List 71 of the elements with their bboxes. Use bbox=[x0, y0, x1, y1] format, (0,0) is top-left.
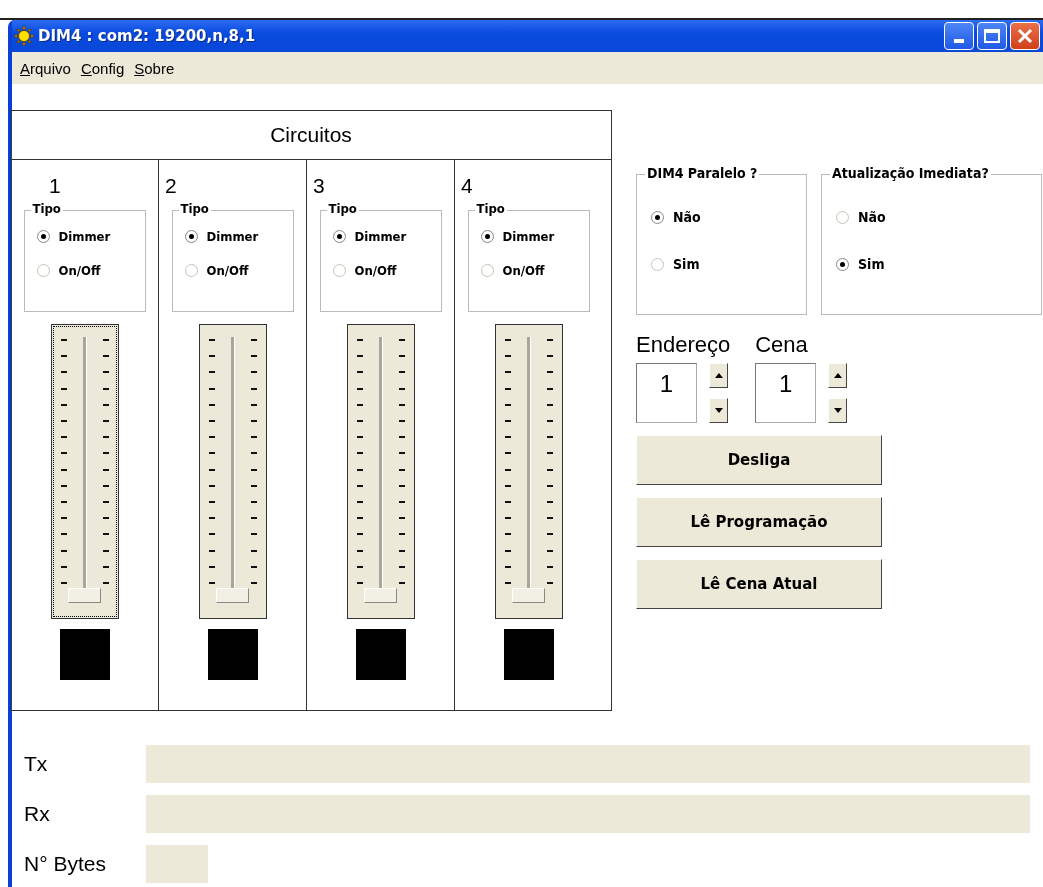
slider-thumb[interactable] bbox=[511, 588, 545, 603]
action-button[interactable]: Desliga bbox=[636, 435, 882, 485]
minimize-button[interactable] bbox=[944, 22, 974, 50]
field-label: N° Bytes bbox=[23, 852, 107, 876]
group-label: Tipo bbox=[30, 201, 63, 216]
option-label: Dimmer bbox=[206, 229, 259, 244]
readonly-field bbox=[146, 845, 208, 883]
option-label: Não bbox=[858, 209, 886, 225]
group-label: Tipo bbox=[178, 201, 211, 216]
option-label: Dimmer bbox=[58, 229, 111, 244]
radio-button[interactable] bbox=[480, 264, 494, 277]
option-label: On/Off bbox=[206, 263, 249, 278]
channel-number: 4 bbox=[461, 174, 473, 198]
sun-icon bbox=[14, 26, 34, 46]
vertical-slider[interactable] bbox=[346, 324, 415, 619]
down-arrow-button[interactable] bbox=[709, 398, 728, 423]
number-field[interactable]: 1 bbox=[755, 363, 817, 423]
vertical-slider[interactable] bbox=[50, 324, 119, 619]
close-button[interactable] bbox=[1010, 22, 1040, 50]
spinner-label: Endereço bbox=[636, 332, 731, 358]
radio-button[interactable] bbox=[651, 210, 664, 224]
group-label: DIM4 Paralelo ? bbox=[645, 165, 760, 181]
radio-button[interactable] bbox=[184, 230, 198, 243]
group-label: Atualização Imediata? bbox=[830, 165, 991, 181]
action-button[interactable]: Lê Cena Atual bbox=[636, 559, 882, 609]
option-label: On/Off bbox=[58, 263, 101, 278]
indicator-square bbox=[503, 629, 554, 680]
action-button[interactable]: Lê Programação bbox=[636, 497, 882, 547]
vertical-slider[interactable] bbox=[494, 324, 563, 619]
menu-item[interactable]: Config bbox=[80, 59, 125, 77]
radio-button[interactable] bbox=[480, 230, 494, 243]
channel-number: 2 bbox=[165, 174, 177, 198]
up-arrow-button[interactable] bbox=[709, 363, 728, 388]
field-label: Rx bbox=[23, 802, 51, 826]
spinner-label: Cena bbox=[755, 332, 809, 358]
radio-button[interactable] bbox=[651, 257, 664, 271]
option-label: Sim bbox=[673, 256, 700, 272]
indicator-square bbox=[355, 629, 406, 680]
radio-button[interactable] bbox=[836, 257, 849, 271]
channel-number: 1 bbox=[49, 174, 61, 198]
down-arrow-button[interactable] bbox=[828, 398, 848, 423]
number-field[interactable]: 1 bbox=[636, 363, 697, 423]
indicator-square bbox=[59, 629, 110, 680]
window-title: DIM4 : com2: 19200,n,8,1 bbox=[38, 27, 256, 45]
menu-item[interactable]: Sobre bbox=[134, 59, 175, 77]
radio-button[interactable] bbox=[36, 264, 50, 277]
option-label: Não bbox=[673, 209, 701, 225]
channel-number: 3 bbox=[313, 174, 325, 198]
menu-item[interactable]: Arquivo bbox=[20, 59, 71, 77]
radio-button[interactable] bbox=[332, 230, 346, 243]
option-label: Dimmer bbox=[502, 229, 555, 244]
vertical-slider[interactable] bbox=[198, 324, 267, 619]
slider-thumb[interactable] bbox=[67, 588, 101, 603]
panel-title: Circuitos bbox=[270, 123, 352, 147]
slider-thumb[interactable] bbox=[363, 588, 397, 603]
radio-button[interactable] bbox=[836, 210, 849, 224]
option-label: Dimmer bbox=[354, 229, 407, 244]
radio-button[interactable] bbox=[184, 264, 198, 277]
indicator-square bbox=[207, 629, 258, 680]
option-label: On/Off bbox=[502, 263, 545, 278]
option-label: Sim bbox=[858, 256, 885, 272]
maximize-button[interactable] bbox=[977, 22, 1007, 50]
close-icon bbox=[1015, 26, 1035, 46]
group-label: Tipo bbox=[326, 201, 359, 216]
field-label: Tx bbox=[23, 752, 49, 776]
radio-button[interactable] bbox=[36, 230, 50, 243]
radio-button[interactable] bbox=[332, 264, 346, 277]
group-label: Tipo bbox=[474, 201, 507, 216]
slider-thumb[interactable] bbox=[215, 588, 249, 603]
up-arrow-button[interactable] bbox=[828, 363, 848, 388]
option-label: On/Off bbox=[354, 263, 397, 278]
